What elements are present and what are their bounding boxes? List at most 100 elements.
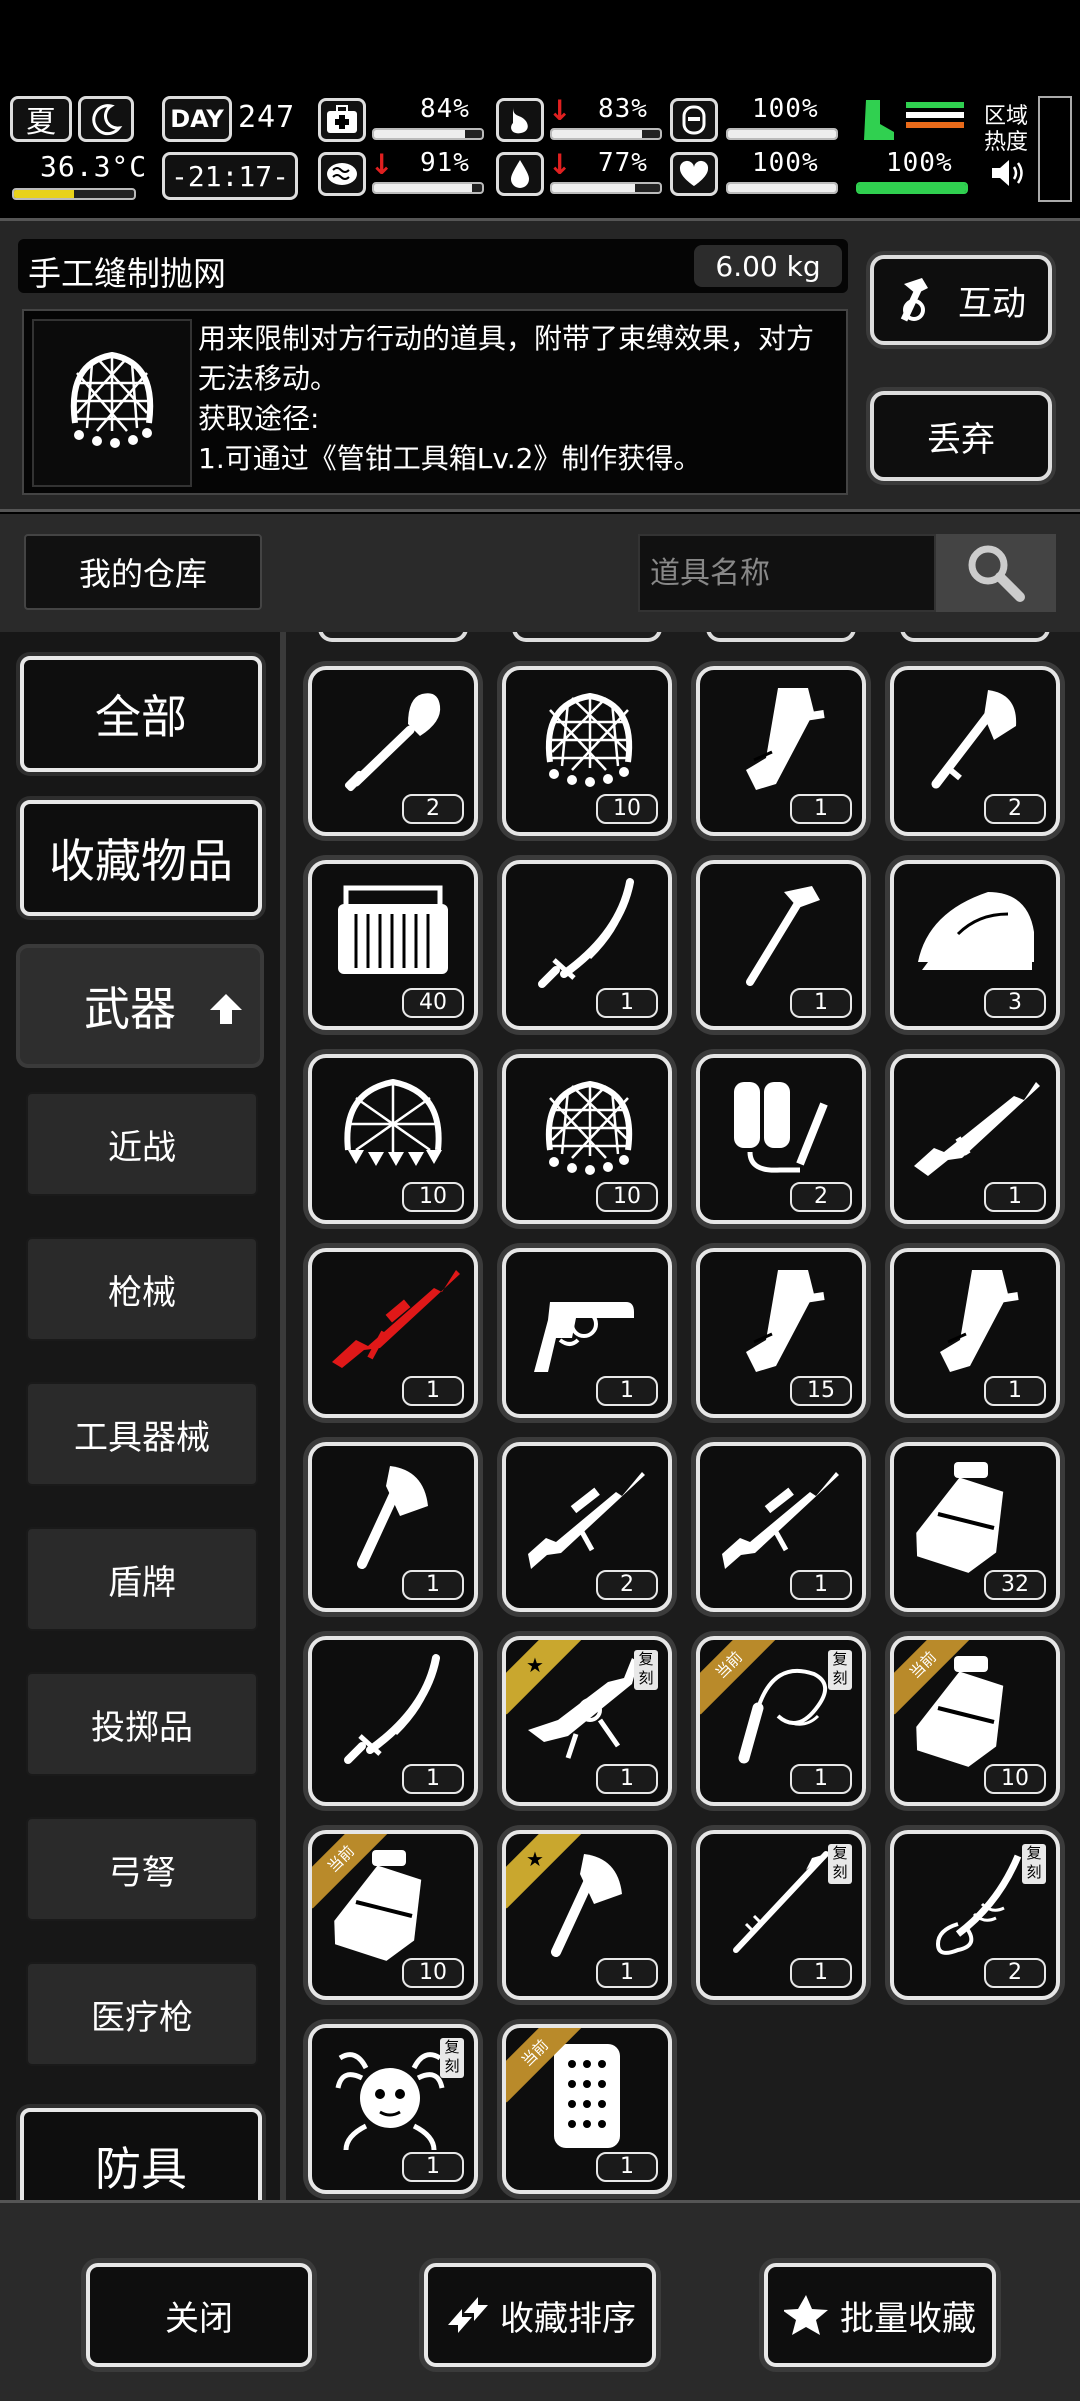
item-count: 15 — [790, 1376, 852, 1406]
stat-sanity-bar — [372, 182, 484, 194]
inventory-slot[interactable]: 1 — [696, 1442, 866, 1612]
ammo-box-icon — [338, 885, 448, 974]
inventory-slot[interactable]: 1 — [308, 1248, 478, 1418]
stamina-value: 100% — [886, 148, 953, 178]
item-count: 1 — [596, 1376, 658, 1406]
item-grid[interactable]: 2 10 1 2 40 1 1 3 10 10 2 1 1 1 15 1 1 2 1 32 1 ★ 复刻 1 当前 复刻 1 当前 10… — [298, 632, 1068, 2200]
category-weapons[interactable]: 武器 — [16, 944, 264, 1068]
replica-tag: 复刻 — [1022, 1844, 1046, 1884]
inventory-slot[interactable]: 2 — [696, 1054, 866, 1224]
sub-category-label: 盾牌 — [108, 1562, 176, 1603]
item-count: 1 — [402, 1764, 464, 1794]
category-armor[interactable]: 防具 — [20, 2108, 262, 2200]
inventory-slot[interactable]: 2 — [308, 666, 478, 836]
interact-button[interactable]: 互动 — [870, 255, 1052, 345]
item-count: 1 — [790, 794, 852, 824]
inventory-slot[interactable]: 1 — [308, 1636, 478, 1806]
replica-tag: 复刻 — [828, 1650, 852, 1690]
inventory-slot[interactable]: 10 — [308, 1054, 478, 1224]
stat-food-value: 83% — [598, 94, 648, 124]
inventory-slot[interactable]: 当前 1 — [502, 2024, 672, 2194]
water-down-arrow: ↓ — [548, 148, 572, 181]
katana-icon — [538, 878, 634, 988]
inventory-slot[interactable]: ★ 1 — [502, 1830, 672, 2000]
inventory-slot[interactable]: 1 — [696, 860, 866, 1030]
sub-category-tools[interactable]: 工具器械 — [26, 1382, 258, 1486]
inventory-slot[interactable]: 1 — [502, 860, 672, 1030]
search-box — [638, 534, 1058, 612]
sub-category-label: 枪械 — [108, 1272, 176, 1313]
sub-category-throwables[interactable]: 投掷品 — [26, 1672, 258, 1776]
item-count: 2 — [596, 1570, 658, 1600]
inventory-slot[interactable]: 10 — [502, 666, 672, 836]
search-input[interactable] — [638, 534, 936, 612]
inventory-slot[interactable]: 复刻 2 — [890, 1830, 1060, 2000]
inventory-slot[interactable]: 1 — [890, 1248, 1060, 1418]
stat-sanity-value: 91% — [420, 148, 470, 178]
item-count: 1 — [596, 2152, 658, 2182]
moon-icon — [78, 96, 134, 142]
speaker-icon[interactable] — [990, 158, 1024, 192]
partial-slot-edge — [900, 632, 1050, 642]
item-weight: 6.00 kg — [694, 245, 842, 287]
category-all[interactable]: 全部 — [20, 656, 262, 772]
item-count: 1 — [402, 2152, 464, 2182]
item-count: 10 — [402, 1958, 464, 1988]
item-title-bar: 手工缝制抛网 6.00 kg — [18, 239, 848, 293]
inventory-slot[interactable]: 当前 10 — [308, 1830, 478, 2000]
inventory-slot[interactable]: 10 — [502, 1054, 672, 1224]
katana-icon — [344, 1654, 440, 1764]
inventory-slot[interactable]: 3 — [890, 860, 1060, 1030]
inventory-slot[interactable]: 15 — [696, 1248, 866, 1418]
discard-button[interactable]: 丢弃 — [870, 391, 1052, 481]
inventory-slot[interactable]: 40 — [308, 860, 478, 1030]
sort-favorites-label: 收藏排序 — [500, 2298, 636, 2339]
zone-heat-label: 区域 热度 — [984, 104, 1029, 155]
close-button[interactable]: 关闭 — [86, 2263, 312, 2367]
item-count: 1 — [596, 1958, 658, 1988]
stat-armor-bar — [726, 128, 838, 140]
item-count: 10 — [402, 1182, 464, 1212]
season-badge: 夏 — [10, 96, 72, 142]
item-count: 1 — [790, 1958, 852, 1988]
warehouse-title: 我的仓库 — [24, 534, 262, 610]
sub-category-melee[interactable]: 近战 — [26, 1092, 258, 1196]
sub-category-firearms[interactable]: 枪械 — [26, 1237, 258, 1341]
inventory-slot[interactable]: 2 — [502, 1442, 672, 1612]
category-favorites[interactable]: 收藏物品 — [20, 800, 262, 916]
inventory-slot[interactable]: 当前 10 — [890, 1636, 1060, 1806]
temperature: 36.3°C — [40, 150, 148, 183]
batch-favorite-button[interactable]: 批量收藏 — [764, 2263, 996, 2367]
sort-favorites-button[interactable]: 收藏排序 — [424, 2263, 656, 2367]
category-all-label: 全部 — [95, 690, 187, 744]
inventory-slot[interactable]: 1 — [308, 1442, 478, 1612]
clock-time: -21:17- — [170, 159, 289, 193]
search-button[interactable] — [936, 534, 1056, 612]
inventory-slot[interactable]: 1 — [696, 666, 866, 836]
temperature-bar — [12, 188, 136, 200]
inventory-slot[interactable]: 当前 复刻 1 — [696, 1636, 866, 1806]
category-sidebar[interactable]: 全部 收藏物品 武器 近战 枪械 工具器械 盾牌 投掷品 弓弩 医疗枪 防具 — [0, 632, 280, 2200]
star-icon: ★ — [526, 1653, 544, 1677]
stat-health-bar — [372, 128, 484, 140]
inventory-slot[interactable]: 1 — [502, 1248, 672, 1418]
close-label: 关闭 — [165, 2298, 233, 2339]
stomach-icon — [496, 98, 544, 142]
sub-category-shields[interactable]: 盾牌 — [26, 1527, 258, 1631]
inventory-slot[interactable]: 1 — [890, 1054, 1060, 1224]
interact-label: 互动 — [958, 283, 1026, 324]
partial-slot-edge — [318, 632, 468, 642]
inventory-slot[interactable]: 复刻 1 — [308, 2024, 478, 2194]
warehouse-main: 全部 收藏物品 武器 近战 枪械 工具器械 盾牌 投掷品 弓弩 医疗枪 防具 2… — [0, 632, 1080, 2200]
inventory-slot[interactable]: 2 — [890, 666, 1060, 836]
item-description: 用来限制对方行动的道具，附带了束缚效果，对方无法移动。 获取途径: 1.可通过《… — [198, 322, 815, 475]
brain-icon — [318, 152, 366, 196]
sub-category-medical-gun[interactable]: 医疗枪 — [26, 1962, 258, 2066]
inventory-slot[interactable]: ★ 复刻 1 — [502, 1636, 672, 1806]
season-label: 夏 — [26, 105, 56, 140]
brain-down-arrow: ↓ — [370, 148, 394, 181]
inventory-slot[interactable]: 32 — [890, 1442, 1060, 1612]
sub-category-bows[interactable]: 弓弩 — [26, 1817, 258, 1921]
sidebar-scroll-rail[interactable] — [280, 632, 286, 2200]
inventory-slot[interactable]: 复刻 1 — [696, 1830, 866, 2000]
